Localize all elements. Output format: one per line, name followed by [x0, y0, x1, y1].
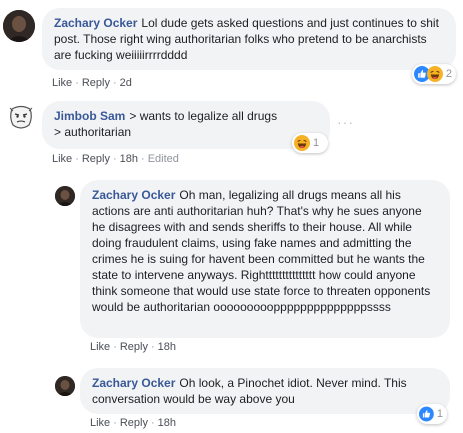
avatar[interactable] — [5, 101, 37, 133]
comment-author[interactable]: Zachary Ocker — [92, 188, 175, 202]
comment-text: Oh man, legalizing all drugs means all h… — [92, 188, 434, 314]
more-options-icon[interactable]: ··· — [337, 114, 354, 130]
comment-author[interactable]: Zachary Ocker — [54, 16, 137, 30]
reaction-count: 1 — [313, 137, 320, 149]
avatar[interactable] — [55, 376, 75, 396]
reaction-summary[interactable]: 1 — [417, 404, 447, 424]
comment: Zachary Ocker Lol dude gets asked questio… — [0, 0, 463, 95]
reply-link[interactable]: Reply — [120, 417, 148, 429]
comment-actions: Like · Reply · 18h — [90, 341, 177, 353]
comment-bubble: Jimbob Sam > wants to legalize all drugs … — [42, 101, 330, 149]
timestamp[interactable]: 18h — [158, 417, 176, 429]
comment-actions: Like · Reply · 18h — [90, 417, 177, 429]
comment-author[interactable]: Jimbob Sam — [54, 109, 125, 123]
comment-author[interactable]: Zachary Ocker — [92, 376, 175, 390]
comment: Jimbob Sam > wants to legalize all drugs … — [0, 95, 463, 170]
timestamp[interactable]: 18h — [120, 153, 138, 165]
reply-link[interactable]: Reply — [120, 341, 148, 353]
comment-actions: Like · Reply · 18h · Edited — [52, 153, 179, 165]
reply-link[interactable]: Reply — [82, 153, 110, 165]
comment-actions: Like · Reply · 2d — [52, 77, 132, 89]
reply-comment: Zachary Ocker Oh look, a Pinochet idiot. … — [0, 360, 463, 433]
like-link[interactable]: Like — [90, 417, 110, 429]
reply-comment: Zachary Ocker Oh man, legalizing all drug… — [0, 170, 463, 360]
avatar[interactable] — [55, 186, 75, 206]
timestamp[interactable]: 2d — [120, 77, 132, 89]
like-link[interactable]: Like — [52, 77, 72, 89]
reaction-summary[interactable]: 1 — [292, 133, 328, 153]
like-link[interactable]: Like — [90, 341, 110, 353]
timestamp[interactable]: 18h — [158, 341, 176, 353]
comment-bubble: Zachary Ocker Oh man, legalizing all drug… — [80, 180, 450, 338]
haha-icon — [427, 66, 443, 82]
reaction-summary[interactable]: 2 — [412, 64, 456, 84]
like-link[interactable]: Like — [52, 153, 72, 165]
edited-label[interactable]: Edited — [148, 153, 179, 165]
haha-icon — [294, 135, 310, 151]
avatar[interactable] — [3, 10, 35, 42]
comment-bubble: Zachary Ocker Lol dude gets asked questio… — [42, 8, 456, 70]
comment-bubble: Zachary Ocker Oh look, a Pinochet idiot. … — [80, 368, 450, 414]
reaction-count: 2 — [445, 68, 452, 80]
reaction-count: 1 — [436, 408, 443, 420]
reply-link[interactable]: Reply — [82, 77, 110, 89]
like-icon — [419, 406, 434, 422]
